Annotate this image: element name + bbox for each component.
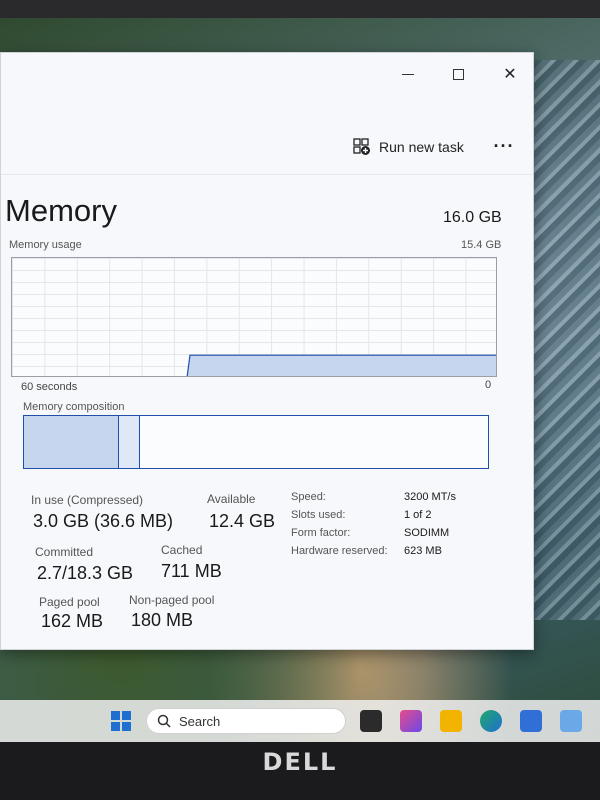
taskbar: Search [0,700,600,742]
cached-label: Cached [161,543,203,557]
composition-modified [119,416,140,468]
search-label: Search [179,713,221,729]
run-new-task-label: Run new task [379,139,464,155]
memory-composition-bar [23,415,489,469]
store-button[interactable] [520,710,542,732]
graph-axis-start: 60 seconds [21,381,78,393]
file-explorer-button[interactable] [440,710,462,732]
form-factor-label: Form factor: [291,527,351,539]
composition-in-use [24,416,119,468]
task-manager-window: ✕ Run new task ··· Memory 16.0 GB Memory… [0,52,534,650]
edge-button[interactable] [480,710,502,732]
form-factor-value: SODIMM [404,527,450,539]
minimize-button[interactable] [393,61,423,87]
taskbar-search[interactable]: Search [146,708,346,734]
close-icon: ✕ [503,66,517,83]
monitor-brand-logo: DELL [262,748,338,776]
task-view-button[interactable] [360,710,382,732]
usage-graph-svg [186,354,496,376]
non-paged-pool-value: 180 MB [131,610,194,630]
slots-used-label: Slots used: [291,509,346,521]
task-manager-taskbar-button[interactable] [560,710,582,732]
available-label: Available [207,492,256,506]
speed-label: Speed: [291,491,326,503]
usage-area [186,354,496,376]
hardware-reserved-label: Hardware reserved: [291,545,388,557]
paged-pool-value: 162 MB [41,611,104,631]
in-use-label: In use (Compressed) [31,493,144,507]
memory-usage-graph [11,257,497,377]
windows-icon [111,711,131,731]
close-button[interactable]: ✕ [495,61,525,87]
graph-axis-end: 0 [485,379,492,391]
speed-value: 3200 MT/s [404,491,456,503]
memory-usage-label: Memory usage [9,239,82,251]
available-value: 12.4 GB [209,511,276,531]
title-bar: ✕ [1,53,533,93]
slots-used-value: 1 of 2 [404,509,432,521]
in-use-value: 3.0 GB (36.6 MB) [33,511,174,531]
widgets-button[interactable] [400,710,422,732]
committed-value: 2.7/18.3 GB [37,563,134,583]
maximize-button[interactable] [443,61,473,87]
start-button[interactable] [110,710,132,732]
page-title: Memory [5,193,117,228]
paged-pool-label: Paged pool [39,595,100,609]
run-task-icon [353,138,370,155]
more-options-button[interactable]: ··· [489,133,519,159]
committed-label: Committed [35,545,94,559]
non-paged-pool-label: Non-paged pool [129,593,215,607]
memory-composition-label: Memory composition [23,401,125,413]
monitor-bezel-top [0,0,600,18]
toolbar: Run new task ··· [1,115,533,175]
maximize-icon [452,68,464,80]
run-new-task-button[interactable]: Run new task [353,135,464,159]
memory-total: 16.0 GB [443,209,502,226]
cached-value: 711 MB [161,561,222,581]
memory-usage-max: 15.4 GB [461,239,502,251]
hardware-reserved-value: 623 MB [404,545,442,557]
more-icon: ··· [493,135,515,156]
search-icon [157,714,171,728]
minimize-icon [402,73,414,75]
